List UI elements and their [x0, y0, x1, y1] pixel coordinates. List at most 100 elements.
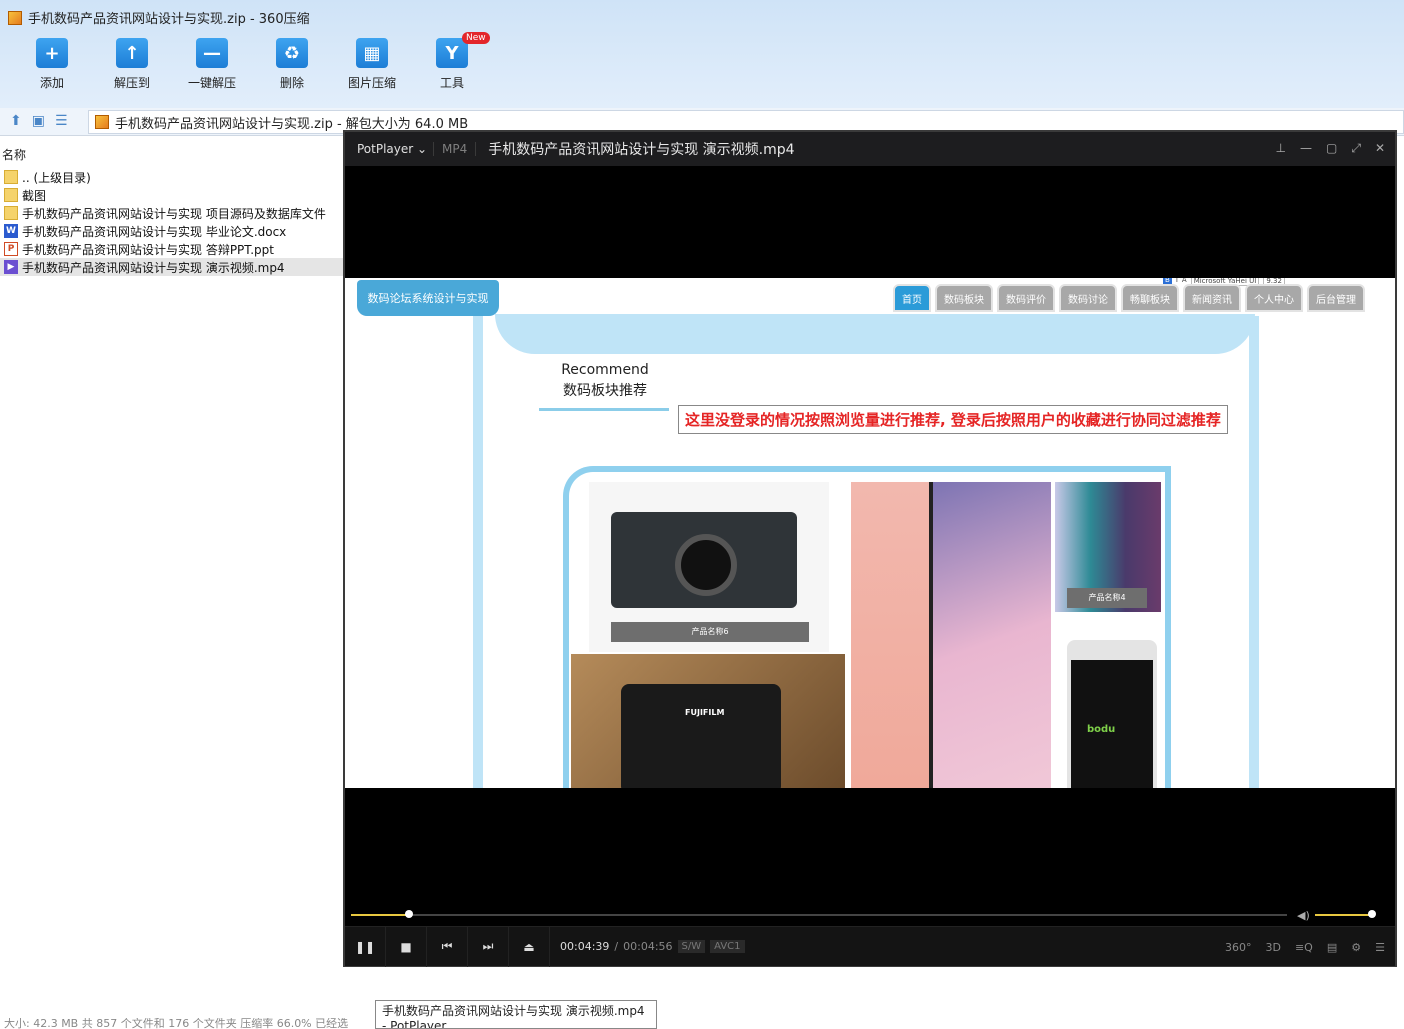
list-view-icon[interactable]: ☰	[55, 113, 68, 129]
recommend-en: Recommend	[561, 362, 649, 378]
word-doc-icon: W	[4, 224, 18, 238]
one-click-extract-button[interactable]: — 一键解压	[172, 38, 252, 91]
nav-digital-review: 数码评价	[997, 284, 1055, 312]
maximize-icon[interactable]: ▢	[1326, 141, 1337, 156]
name-column-header[interactable]: 名称	[0, 146, 26, 163]
seek-bar[interactable]	[351, 910, 1287, 918]
zip-app-icon	[8, 10, 22, 25]
zoom-icon[interactable]: ≡Q	[1295, 941, 1313, 954]
playlist-icon[interactable]: ▤	[1327, 941, 1337, 954]
zip-window-title-text: 手机数码产品资讯网站设计与实现.zip - 360压缩	[28, 12, 310, 27]
product-camera-fujifilm: FUJIFILM	[571, 654, 845, 788]
thumbnail-view-icon[interactable]: ▣	[32, 113, 45, 129]
zip-file-icon	[95, 115, 109, 129]
codec-tag[interactable]: AVC1	[710, 940, 745, 953]
sw-tag[interactable]: S/W	[677, 940, 706, 953]
player-controls: ❚❚ ■ ⏮ ⏭ ⏏ 00:04:39 / 00:04:56 S/W AVC1 …	[345, 926, 1395, 967]
product-phone-pink	[851, 482, 1051, 788]
recommend-title: Recommend 数码板块推荐	[540, 360, 670, 402]
next-icon: ⏭	[482, 939, 494, 953]
pause-button[interactable]: ❚❚	[345, 926, 386, 967]
video-frame[interactable]: 数码论坛系统设计与实现 B I A Microsoft YaHei UI 9.3…	[345, 278, 1395, 788]
list-item[interactable]: 截图	[0, 186, 344, 204]
product-label-6: 产品名称6	[611, 622, 809, 642]
nav-news: 新闻资讯	[1183, 284, 1241, 312]
time-separator: /	[614, 940, 619, 953]
player-menu-button[interactable]: PotPlayer ⌄	[345, 142, 433, 156]
nav-digital-section: 数码板块	[935, 284, 993, 312]
zip-window-header: 手机数码产品资讯网站设计与实现.zip - 360压缩 + 添加 ↑ 解压到 —…	[0, 0, 1404, 108]
file-list: .. (上级目录) 截图 手机数码产品资讯网站设计与实现 项目源码及数据库文件 …	[0, 168, 344, 276]
vr-360-icon[interactable]: 360°	[1225, 941, 1252, 954]
previous-button[interactable]: ⏮	[427, 926, 468, 967]
one-click-extract-icon: —	[196, 38, 228, 68]
fuji-body	[621, 684, 781, 788]
minimize-icon[interactable]: —	[1300, 141, 1312, 156]
product-phones-colors: 产品名称4	[1055, 482, 1161, 612]
address-text: 手机数码产品资讯网站设计与实现.zip - 解包大小为 64.0 MB	[115, 116, 469, 132]
volume-level	[1315, 914, 1372, 916]
zip-toolbar: + 添加 ↑ 解压到 — 一键解压 ♻ 删除 ▦ 图片压缩 Y New 工具	[12, 32, 492, 91]
close-icon[interactable]: ✕	[1375, 141, 1385, 156]
fullscreen-icon[interactable]: ⤢	[1351, 141, 1361, 156]
taskbar-tooltip: 手机数码产品资讯网站设计与实现 演示视频.mp4 - PotPlayer	[375, 1000, 657, 1029]
format-label: MP4	[433, 142, 477, 156]
add-label: 添加	[39, 76, 64, 90]
potplayer-window: PotPlayer ⌄ MP4 手机数码产品资讯网站设计与实现 演示视频.mp4…	[343, 130, 1397, 967]
ppt-icon: P	[4, 242, 18, 256]
site-nav: 首页 数码板块 数码评价 数码讨论 畅聊板块 新闻资讯 个人中心 后台管理	[893, 284, 1365, 312]
bodu-logo: bodu	[1087, 724, 1116, 735]
3d-icon[interactable]: 3D	[1266, 941, 1281, 954]
volume-slider[interactable]	[1315, 910, 1376, 918]
image-compress-label: 图片压缩	[347, 76, 396, 90]
seek-progress	[351, 914, 410, 916]
list-item[interactable]: P 手机数码产品资讯网站设计与实现 答辩PPT.ppt	[0, 240, 344, 258]
add-button[interactable]: + 添加	[12, 38, 92, 91]
previous-icon: ⏮	[441, 939, 453, 953]
list-item-selected[interactable]: ▶ 手机数码产品资讯网站设计与实现 演示视频.mp4	[0, 258, 344, 276]
list-item[interactable]: 手机数码产品资讯网站设计与实现 项目源码及数据库文件	[0, 204, 344, 222]
eject-button[interactable]: ⏏	[509, 926, 550, 967]
zip-window-title: 手机数码产品资讯网站设计与实现.zip - 360压缩	[8, 8, 310, 27]
fuji-brand: FUJIFILM	[685, 708, 725, 717]
delete-button[interactable]: ♻ 删除	[252, 38, 332, 91]
add-icon: +	[36, 38, 68, 68]
eject-icon: ⏏	[523, 939, 535, 954]
image-compress-icon: ▦	[356, 38, 388, 68]
tools-button[interactable]: Y New 工具	[412, 32, 492, 91]
product-gallery: 产品名称6 产品名称4 FUJIFILM bodu	[563, 466, 1171, 788]
volume-handle[interactable]	[1368, 910, 1376, 918]
settings-icon[interactable]: ⚙	[1351, 941, 1361, 954]
extract-to-label: 解压到	[113, 76, 150, 90]
stop-icon: ■	[400, 939, 412, 954]
time-display: 00:04:39 / 00:04:56 S/W AVC1	[550, 940, 745, 953]
image-compress-button[interactable]: ▦ 图片压缩	[332, 38, 412, 91]
pin-icon[interactable]: ⊥	[1276, 141, 1286, 156]
next-button[interactable]: ⏭	[468, 926, 509, 967]
seek-handle[interactable]	[405, 910, 414, 918]
header-arc	[495, 314, 1255, 354]
stop-button[interactable]: ■	[386, 926, 427, 967]
extract-to-icon: ↑	[116, 38, 148, 68]
nav-admin: 后台管理	[1307, 284, 1365, 312]
file-name: 手机数码产品资讯网站设计与实现 答辩PPT.ppt	[22, 242, 274, 257]
nav-personal-center: 个人中心	[1245, 284, 1303, 312]
status-bar: 大小: 42.3 MB 共 857 个文件和 176 个文件夹 压缩率 66.0…	[4, 1018, 349, 1029]
menu-icon[interactable]: ☰	[1375, 941, 1385, 954]
extract-to-button[interactable]: ↑ 解压到	[92, 38, 172, 91]
folder-icon	[4, 206, 18, 220]
list-item[interactable]: .. (上级目录)	[0, 168, 344, 186]
annotation-box: 这里没登录的情况按照浏览量进行推荐, 登录后按照用户的收藏进行协同过滤推荐	[678, 405, 1228, 434]
player-title: 手机数码产品资讯网站设计与实现 演示视频.mp4	[488, 142, 795, 158]
volume-icon[interactable]: ◀)	[1297, 909, 1310, 922]
file-name: 手机数码产品资讯网站设计与实现 毕业论文.docx	[22, 224, 287, 239]
pause-icon: ❚❚	[354, 939, 376, 954]
list-item[interactable]: W 手机数码产品资讯网站设计与实现 毕业论文.docx	[0, 222, 344, 240]
product-camera-leica: 产品名称6	[589, 482, 829, 652]
product-phone-bodu: bodu	[1067, 640, 1157, 788]
up-arrow-icon[interactable]: ⬆	[10, 113, 22, 129]
file-name: 手机数码产品资讯网站设计与实现 项目源码及数据库文件	[22, 206, 326, 221]
camera-lens	[675, 534, 737, 596]
delete-label: 删除	[279, 76, 304, 90]
product-label-4: 产品名称4	[1067, 588, 1147, 608]
